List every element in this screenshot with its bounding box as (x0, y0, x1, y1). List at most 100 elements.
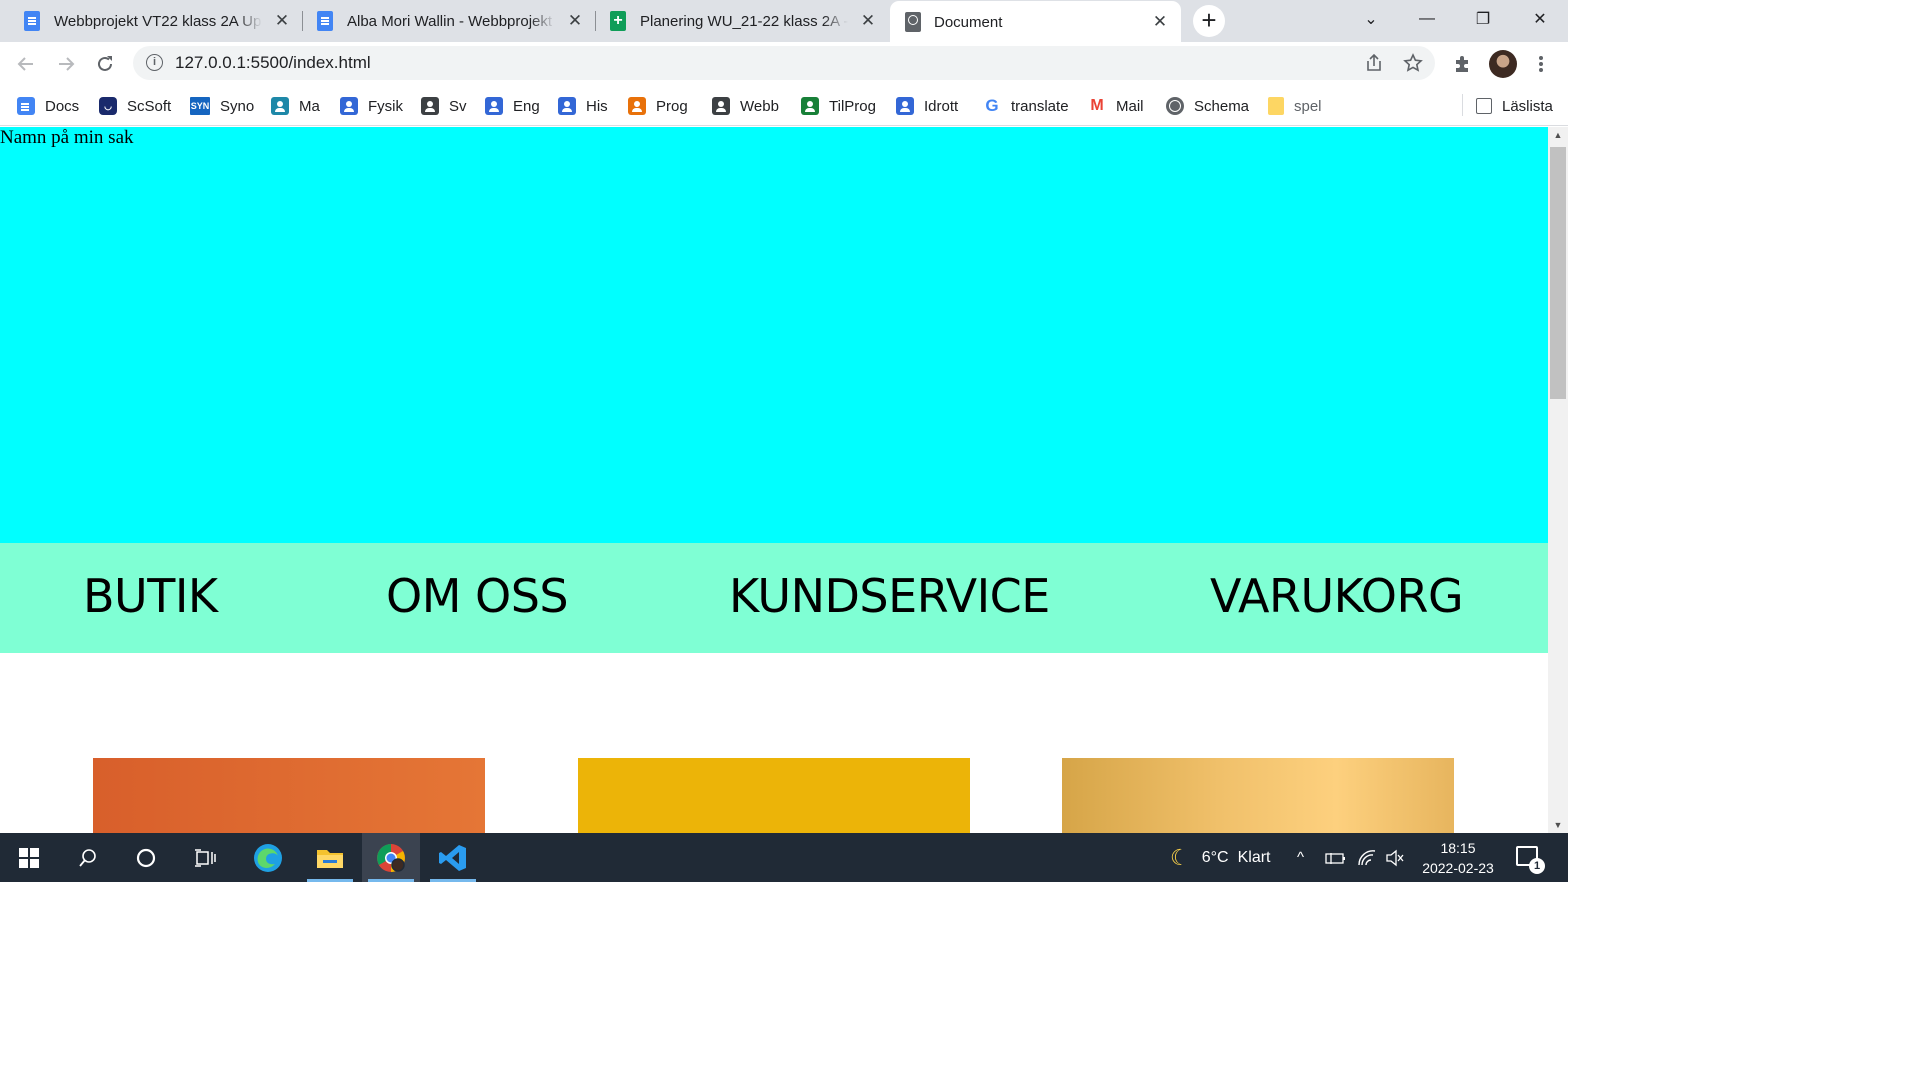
bookmark-mail[interactable]: M Mail (1088, 94, 1144, 118)
product-image-gold[interactable] (1062, 758, 1454, 833)
product-image-orange[interactable] (93, 758, 485, 833)
scroll-up-icon[interactable]: ▲ (1548, 127, 1568, 143)
extensions-icon[interactable] (1446, 48, 1478, 80)
bookmark-tilprog[interactable]: TilProg (801, 94, 876, 118)
classroom-icon (340, 97, 358, 115)
classroom-icon (271, 97, 289, 115)
forward-button[interactable] (50, 48, 82, 80)
bookmark-ma[interactable]: Ma (271, 94, 320, 118)
back-button[interactable] (10, 48, 42, 80)
task-view-icon[interactable] (176, 833, 234, 882)
tab-webbprojekt-uppgift[interactable]: Webbprojekt VT22 klass 2A Uppgift ✕ (8, 0, 303, 42)
new-tab-button[interactable]: + (1193, 5, 1225, 37)
scrollbar-thumb[interactable] (1550, 147, 1566, 399)
close-tab-icon[interactable]: ✕ (566, 12, 584, 30)
bookmark-folder-spel[interactable]: spel (1268, 94, 1322, 118)
close-tab-icon[interactable]: ✕ (859, 12, 877, 30)
share-icon[interactable] (1364, 53, 1384, 79)
restore-button[interactable]: ❐ (1455, 0, 1511, 38)
tab-planering[interactable]: Planering WU_21-22 klass 2A - Google ✕ (596, 0, 889, 42)
reading-list-icon (1476, 98, 1492, 114)
close-window-button[interactable]: ✕ (1512, 0, 1568, 38)
reload-icon (98, 56, 112, 71)
bookmark-translate[interactable]: Gtranslate (983, 94, 1069, 118)
menu-kebab-icon[interactable] (1525, 48, 1557, 80)
address-bar[interactable]: i 127.0.0.1:5500/index.html (133, 46, 1435, 80)
site-info-icon[interactable]: i (146, 54, 163, 71)
bookmark-eng[interactable]: Eng (485, 94, 540, 118)
nav-link-kundservice[interactable]: KUNDSERVICE (729, 569, 1050, 623)
close-tab-icon[interactable]: ✕ (273, 12, 291, 30)
nav-link-om-oss[interactable]: OM OSS (386, 569, 569, 623)
page-title: Namn på min sak (0, 127, 134, 148)
site-navigation: BUTIK OM OSS KUNDSERVICE VARUKORG (0, 543, 1548, 653)
bookmark-star-icon[interactable] (1403, 53, 1423, 79)
tab-title: Webbprojekt VT22 klass 2A Uppgift (54, 12, 262, 30)
file-explorer-icon[interactable] (301, 833, 359, 882)
search-icon[interactable] (59, 833, 117, 882)
globe-icon (905, 12, 921, 32)
windows-logo-icon (19, 847, 39, 868)
minimize-button[interactable]: — (1399, 0, 1455, 38)
syno-icon: SYN (190, 97, 210, 115)
bookmark-idrott[interactable]: Idrott (896, 94, 958, 118)
tab-title: Document (934, 13, 1003, 31)
scroll-down-icon[interactable]: ▼ (1548, 817, 1568, 833)
page-scrollbar[interactable]: ▲ ▼ (1548, 127, 1568, 833)
nav-link-butik[interactable]: BUTIK (83, 569, 218, 623)
wifi-icon[interactable] (1357, 833, 1377, 882)
classroom-icon (558, 97, 576, 115)
bookmark-schema[interactable]: Schema (1166, 94, 1249, 118)
hero-section: Namn på min sak (0, 127, 1548, 543)
forward-arrow-icon (59, 57, 75, 71)
show-hidden-icons-icon[interactable]: ^ (1297, 833, 1304, 882)
nav-link-varukorg[interactable]: VARUKORG (1210, 569, 1464, 623)
profile-avatar[interactable] (1489, 50, 1517, 78)
volume-muted-icon[interactable] (1385, 833, 1405, 882)
tab-document[interactable]: Document ✕ (890, 1, 1181, 43)
tab-title: Planering WU_21-22 klass 2A - Google (640, 12, 848, 30)
back-arrow-icon (17, 57, 33, 71)
cortana-icon[interactable] (117, 833, 175, 882)
bookmark-fysik[interactable]: Fysik (340, 94, 403, 118)
vscode-icon[interactable] (424, 833, 482, 882)
classroom-icon (712, 97, 730, 115)
bookmark-docs[interactable]: Docs (17, 94, 79, 118)
bookmark-syno[interactable]: SYN Syno (190, 94, 254, 118)
tab-strip: Webbprojekt VT22 klass 2A Uppgift ✕ Alba… (0, 0, 1568, 43)
url-text: 127.0.0.1:5500/index.html (175, 53, 371, 72)
tab-title: Alba Mori Wallin - Webbprojekt VT22 (347, 12, 555, 30)
classroom-icon (896, 97, 914, 115)
start-button[interactable] (0, 833, 58, 882)
bookmarks-bar: Docs ◡ ScSoft SYN Syno Ma Fysik Sv Eng His… (0, 86, 1568, 126)
product-image-yellow[interactable] (578, 758, 970, 833)
bookmark-sv[interactable]: Sv (421, 94, 467, 118)
system-clock[interactable]: 18:15 2022-02-23 (1410, 838, 1506, 878)
reading-list-button[interactable]: Läslista (1476, 94, 1553, 118)
browser-toolbar: i 127.0.0.1:5500/index.html (0, 42, 1568, 86)
windows-taskbar: ☾ 6°C Klart ^ 18:15 2022-02-23 1 (0, 833, 1568, 882)
chrome-icon[interactable] (362, 833, 420, 882)
classroom-icon (801, 97, 819, 115)
moon-icon: ☾ (1170, 844, 1190, 870)
classroom-icon (421, 97, 439, 115)
edge-icon[interactable] (239, 833, 297, 882)
folder-icon (1268, 97, 1284, 115)
bookmarks-divider (1462, 94, 1463, 116)
close-tab-icon[interactable]: ✕ (1151, 13, 1169, 31)
bookmark-his[interactable]: His (558, 94, 608, 118)
weather-widget[interactable]: ☾ 6°C Klart (1170, 833, 1271, 882)
google-docs-icon (317, 11, 333, 31)
google-docs-icon (24, 11, 40, 31)
bookmark-webb[interactable]: Webb (712, 94, 779, 118)
scsoft-icon: ◡ (99, 97, 117, 115)
bookmark-scsoft[interactable]: ◡ ScSoft (99, 94, 171, 118)
bookmark-prog[interactable]: Prog (628, 94, 688, 118)
google-sheets-icon (610, 11, 626, 31)
globe-icon (1166, 97, 1184, 115)
tab-alba-mori-wallin[interactable]: Alba Mori Wallin - Webbprojekt VT22 ✕ (303, 0, 596, 42)
tab-search-icon[interactable]: ⌄ (1343, 0, 1399, 38)
classroom-icon (485, 97, 503, 115)
reload-button[interactable] (89, 48, 121, 80)
battery-icon[interactable] (1325, 833, 1347, 882)
